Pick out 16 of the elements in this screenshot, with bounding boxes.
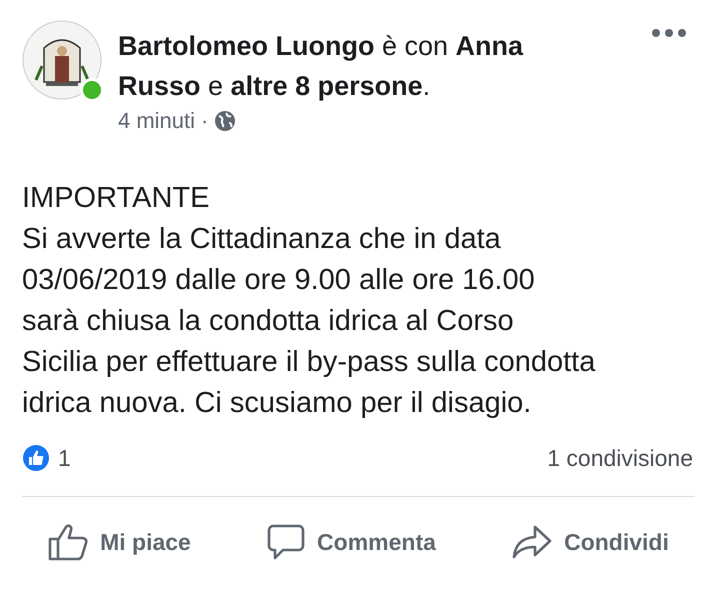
more-options-icon[interactable] (651, 28, 687, 38)
share-button[interactable]: Condividi (502, 519, 679, 565)
like-reaction-icon (22, 444, 50, 472)
speech-bubble-icon (267, 523, 306, 561)
post-text: Si avverte la Cittadinanza che in data 03/06/2019 dalle ore 9.00 alle ore 16.00 sarà chiusa la condotta idrica al Corso Sicilia per effettuare il by-pass sulla condotta idrica nuova. Ci scusiamo per il disagio. (22, 222, 596, 421)
like-button[interactable]: Mi piace (38, 519, 201, 565)
share-arrow-icon (512, 524, 552, 560)
post-heading: IMPORTANTE (22, 181, 210, 216)
comment-button[interactable]: Commenta (257, 519, 446, 565)
reaction-count[interactable]: 1 (58, 444, 71, 472)
globe-icon (214, 110, 236, 132)
post-time: 4 minuti (118, 108, 196, 134)
share-count[interactable]: 1 condivisione (547, 444, 693, 472)
post-author-line: Bartolomeo Luongo è con Anna Russo e altre 8 persone. (118, 30, 524, 103)
separator-dot: · (201, 108, 208, 134)
thumbs-up-icon (48, 523, 88, 561)
